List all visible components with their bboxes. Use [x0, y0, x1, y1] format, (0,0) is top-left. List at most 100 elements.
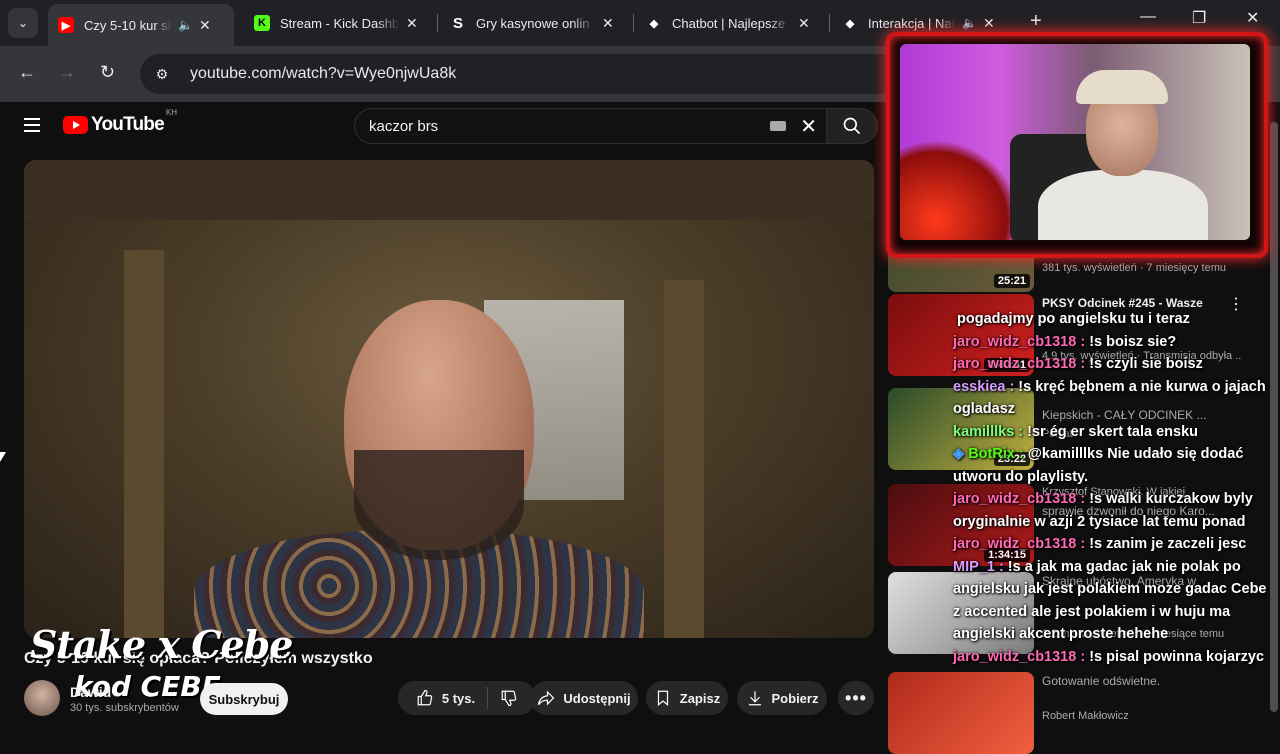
share-label: Udostępnij	[563, 690, 631, 706]
site-info-icon[interactable]: ⚙	[148, 66, 176, 83]
like-icon[interactable]	[416, 689, 434, 707]
background-lamp	[900, 140, 1020, 240]
bookmark-icon	[657, 690, 668, 707]
close-tab-icon[interactable]: ✕	[983, 15, 995, 32]
tab-separator	[633, 14, 634, 32]
tab-separator	[829, 14, 830, 32]
close-tab-icon[interactable]: ✕	[602, 15, 614, 32]
chevron-down-icon: ⌄	[17, 16, 29, 30]
forward-icon[interactable]: →	[58, 62, 76, 83]
channel-avatar[interactable]	[24, 680, 60, 716]
chat-text: !s zanim je zaczeli jesc	[1089, 536, 1247, 552]
close-tab-icon[interactable]: ✕	[798, 15, 810, 32]
duration-badge: 25:21	[993, 274, 1030, 288]
chat-text: !sr ég er skert tala ensku	[1027, 423, 1198, 440]
keyboard-icon[interactable]	[770, 121, 787, 131]
chat-user: jaro_widz_cb1318 :	[953, 536, 1086, 552]
chat-user: jaro_widz_cb1318 :	[953, 333, 1086, 350]
download-icon	[748, 691, 761, 706]
video-meta: 381 tys. wyświetleń · 7 miesięcy temu	[1042, 262, 1227, 274]
close-window-icon[interactable]: ✕	[1246, 8, 1259, 28]
tab-title: Chatbot | Najlepsze	[672, 15, 786, 31]
search-button[interactable]	[826, 108, 878, 144]
tab-kick[interactable]: K Stream - Kick Dashb ✕	[244, 6, 434, 40]
share-button[interactable]: Udostępnij	[530, 681, 638, 715]
chat-user: jaro_widz_cb1318 :	[953, 356, 1086, 372]
back-icon[interactable]: ←	[18, 62, 36, 83]
search-input[interactable]: kaczor brs ✕	[354, 108, 828, 144]
reload-icon[interactable]: ↻	[100, 62, 115, 83]
like-count[interactable]: 5 tys.	[442, 691, 475, 706]
url-text[interactable]: youtube.com/watch?v=Wye0njwUa8k	[190, 65, 456, 83]
person-beard	[354, 450, 524, 560]
search-icon	[843, 117, 861, 135]
youtube-logo[interactable]: YouTube KH	[63, 108, 177, 136]
clear-search-icon[interactable]: ✕	[800, 114, 817, 139]
tab-search-button[interactable]: ⌄	[8, 8, 38, 38]
botrix-icon: ◆	[649, 17, 659, 30]
stake-icon: S	[452, 14, 463, 32]
menu-icon[interactable]	[24, 118, 40, 136]
chat-message: MIP_1 : !s a jak ma gadac jak nie polak p…	[953, 556, 1275, 646]
tab-title: Stream - Kick Dashb	[280, 15, 400, 31]
chat-user: kamilllks :	[953, 423, 1024, 440]
chat-message: esskiea : !s kręć bębnem a nie kurwa o ja…	[953, 376, 1275, 421]
chat-message: jaro_widz_cb1318 : !s zanim je zaczeli je…	[953, 533, 1275, 556]
video-player[interactable]	[24, 160, 874, 638]
wall-beam	[664, 280, 704, 638]
save-label: Zapisz	[679, 690, 721, 706]
chat-user: jaro_widz_cb1318 :	[953, 491, 1086, 507]
speaker-icon[interactable]: 🔈	[178, 18, 193, 32]
chat-message: jaro_widz_cb1318 : !s boisz sie?	[953, 331, 1275, 354]
download-label: Pobierz	[771, 690, 819, 706]
minimize-icon[interactable]: —	[1140, 8, 1156, 26]
search-query[interactable]: kaczor brs	[369, 118, 770, 135]
logo-text: YouTube	[91, 114, 165, 135]
speaker-icon[interactable]: 🔈	[962, 16, 977, 30]
tab-youtube[interactable]: ▶ Czy 5-10 kur się 🔈 ✕	[48, 4, 234, 46]
chat-text: pogadajmy po angielsku tu i teraz	[957, 311, 1190, 327]
video-title[interactable]: Gotowanie odświetne.	[1042, 674, 1242, 688]
new-tab-icon[interactable]: +	[1030, 10, 1042, 33]
chat-message: jaro_widz_cb1318 : !s walki kurczakow byl…	[953, 488, 1275, 533]
subscriber-count: 30 tys. subskrybentów	[70, 702, 179, 714]
download-button[interactable]: Pobierz	[737, 681, 827, 715]
chat-message: ◈ BotRix : @kamilllks Nie udało się dodać…	[953, 443, 1275, 488]
tab-title: Czy 5-10 kur się	[84, 17, 172, 33]
chat-message: kamilllks : !sr ég er skert tala ensku	[953, 421, 1275, 444]
streamer-body	[1038, 170, 1208, 240]
tab-separator	[437, 14, 438, 32]
kick-icon: K	[254, 15, 270, 31]
chat-text: !s boisz sie?	[1089, 333, 1177, 350]
share-icon	[538, 690, 555, 706]
chat-message: jaro_widz_cb1318 : !s pisal powinna kojar…	[953, 646, 1275, 669]
streamer-cap	[1076, 70, 1168, 104]
channel-name[interactable]: Dawid	[70, 684, 111, 700]
chat-text: !s czyli sie boisz	[1089, 356, 1203, 372]
chat-user: esskiea :	[953, 378, 1015, 395]
chat-text: !s pisal powinna kojarzyc	[1089, 648, 1265, 665]
address-bar[interactable]: ⚙ youtube.com/watch?v=Wye0njwUa8k	[140, 54, 900, 94]
dislike-icon[interactable]	[500, 689, 518, 707]
wall-beam	[124, 250, 164, 638]
close-tab-icon[interactable]: ✕	[199, 17, 211, 34]
webcam-overlay	[886, 32, 1268, 258]
subscribe-button[interactable]: Subskrybuj	[200, 683, 288, 715]
tab-title: Gry kasynowe onlin	[476, 15, 590, 31]
restore-icon[interactable]: ❐	[1192, 8, 1206, 28]
more-actions-button[interactable]: •••	[838, 681, 874, 715]
bot-badge-icon: ◈	[953, 446, 965, 462]
video-thumbnail[interactable]	[888, 672, 1034, 754]
tab-title: Interakcja | Nail	[868, 15, 956, 31]
chat-message: jaro_widz_cb1318 : !s czyli sie boisz	[953, 353, 1275, 376]
chat-user: ◈ BotRix :	[953, 446, 1024, 462]
mouse-cursor	[0, 452, 6, 462]
tab-chatbot[interactable]: ◆ Chatbot | Najlepsze ✕	[636, 6, 826, 40]
webcam-feed	[900, 44, 1250, 240]
save-button[interactable]: Zapisz	[646, 681, 728, 715]
ceiling	[24, 160, 874, 220]
country-code: KH	[165, 108, 177, 117]
like-dislike-group: 5 tys.	[398, 681, 536, 715]
close-tab-icon[interactable]: ✕	[406, 15, 418, 32]
tab-stake[interactable]: S Gry kasynowe onlin ✕	[440, 6, 630, 40]
